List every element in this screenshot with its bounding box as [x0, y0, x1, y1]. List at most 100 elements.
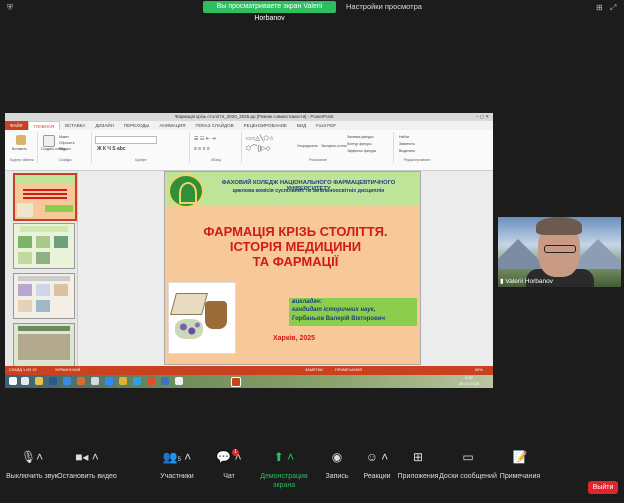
- shape-outline-button[interactable]: Контур фигуры: [347, 142, 371, 146]
- start-icon[interactable]: [9, 377, 17, 385]
- layout-icon[interactable]: ⊞: [596, 3, 603, 12]
- clipboard-group: Вставить Буфер обмена: [7, 132, 38, 163]
- comments-button[interactable]: ПРИМЕЧАНИЯ: [335, 366, 362, 375]
- powerpoint-taskbar-icon[interactable]: [231, 377, 241, 387]
- slide-editor: ФАХОВИЙ КОЛЕДЖ НАЦІОНАЛЬНОГО ФАРМАЦЕВТИЧ…: [78, 171, 493, 376]
- replace-button[interactable]: Заменить: [399, 142, 415, 146]
- zoom-app-icon[interactable]: [105, 377, 113, 385]
- status-bar: СЛАЙД 1 ИЗ 19 УКРАИНСКИЙ ЗАМЕТКИ ПРИМЕЧА…: [5, 366, 493, 375]
- shared-screen: Фармація крізь століття_2020_2025.pp [Ре…: [5, 113, 493, 388]
- participants-count: 5: [177, 457, 181, 463]
- tab-animation[interactable]: АНИМАЦИЯ: [154, 121, 190, 130]
- language-indicator[interactable]: УКРАИНСКИЙ: [55, 366, 80, 375]
- tab-insert[interactable]: ВСТАВКА: [60, 121, 90, 130]
- tab-slideshow[interactable]: ПОКАЗ СЛАЙДОВ: [190, 121, 238, 130]
- arrange-button[interactable]: Упорядочить: [297, 144, 318, 148]
- video-camera-icon: ■◂ ˄: [75, 450, 99, 464]
- stop-video-button[interactable]: ■◂ ˄ Остановить видео: [52, 450, 122, 481]
- lavender-image: [175, 319, 203, 339]
- city-year: Харків, 2025: [273, 335, 316, 342]
- fullscreen-icon[interactable]: ⤢: [610, 3, 616, 13]
- participant-name: ▮ Valerii Horbanov: [500, 277, 553, 285]
- notes-button[interactable]: ЗАМЕТКИ: [305, 366, 323, 375]
- drawing-group: ▭○△╲⬠☆ ⬡⌒{}▷◇ Упорядочить Экспресс-стили…: [243, 132, 394, 163]
- mortar-image: [205, 301, 227, 329]
- reset-button[interactable]: Сбросить: [59, 141, 75, 145]
- app-icon-4[interactable]: [161, 377, 169, 385]
- find-button[interactable]: Найти: [399, 135, 409, 139]
- slide-title-line-2: ІСТОРІЯ МЕДИЦИНИ: [229, 239, 362, 254]
- tab-view[interactable]: ВИД: [292, 121, 311, 130]
- paragraph-label: Абзац: [211, 158, 221, 162]
- slides-group: Создать слайд Макет Сбросить Раздел Слай…: [39, 132, 92, 163]
- tab-file[interactable]: ФАЙЛ: [5, 121, 28, 130]
- explorer-icon[interactable]: [35, 377, 43, 385]
- app-icon[interactable]: [77, 377, 85, 385]
- browser-icon[interactable]: [63, 377, 71, 385]
- lecturer-degree: кандидат історичних наук,: [292, 307, 376, 313]
- tab-review[interactable]: РЕЦЕНЗИРОВАНИЕ: [239, 121, 292, 130]
- word-icon[interactable]: [49, 377, 57, 385]
- slide-thumbnail-1[interactable]: [13, 173, 77, 221]
- tab-transitions[interactable]: ПЕРЕХОДЫ: [119, 121, 155, 130]
- book-image: [170, 293, 208, 315]
- section-button[interactable]: Раздел: [59, 147, 71, 151]
- search-icon[interactable]: [21, 377, 29, 385]
- taskbar-time: 9:32: [465, 375, 473, 380]
- participant-hair: [536, 217, 582, 235]
- slide-title: ФАРМАЦІЯ КРІЗЬ СТОЛІТТЯ. ІСТОРІЯ МЕДИЦИН…: [183, 224, 408, 269]
- select-button[interactable]: Выделить: [399, 149, 415, 153]
- slide-thumbnail-3[interactable]: [13, 273, 75, 319]
- slide-counter: СЛАЙД 1 ИЗ 19: [9, 368, 37, 372]
- window-controls-icon[interactable]: – ▢ ✕: [476, 113, 489, 121]
- font-label: Шрифт: [135, 158, 147, 162]
- video-label: Остановить видео: [57, 473, 117, 480]
- quick-styles-button[interactable]: Экспресс-стили: [321, 144, 347, 148]
- paste-icon[interactable]: [16, 135, 26, 145]
- ribbon-tabs: ФАЙЛ ГЛАВНАЯ ВСТАВКА ДИЗАЙН ПЕРЕХОДЫ АНИ…: [5, 121, 493, 130]
- lecturer-name: Горбаньов Валерій Вікторович: [292, 316, 385, 322]
- shape-fill-button[interactable]: Заливка фигуры: [347, 135, 374, 139]
- window-title: Фармація крізь століття_2020_2025.pp [Ре…: [175, 114, 334, 119]
- layout-button[interactable]: Макет: [59, 135, 69, 139]
- list-icon[interactable]: ☰ ☷ ⇤ ⇥: [194, 136, 216, 142]
- opera-icon[interactable]: [147, 377, 155, 385]
- tab-design[interactable]: ДИЗАЙН: [90, 121, 119, 130]
- font-name-field[interactable]: [95, 136, 157, 144]
- tab-home[interactable]: ГЛАВНАЯ: [27, 121, 61, 130]
- shape-effects-button[interactable]: Эффекты фигуры: [347, 149, 376, 153]
- shapes-gallery-icon[interactable]: ▭○△╲⬠☆: [246, 135, 274, 142]
- ribbon: Вставить Буфер обмена Создать слайд Маке…: [5, 130, 493, 171]
- current-slide[interactable]: ФАХОВИЙ КОЛЕДЖ НАЦІОНАЛЬНОГО ФАРМАЦЕВТИЧ…: [164, 171, 421, 365]
- windows-taskbar: 9:32 25.02.2025: [5, 375, 493, 388]
- pharmacy-illustration: [168, 282, 236, 354]
- taskbar-date: 25.02.2025: [459, 381, 480, 386]
- tab-foxit[interactable]: Foxit PDF: [311, 121, 341, 130]
- notes-icon: 📝: [512, 450, 528, 464]
- slide-thumbnail-2[interactable]: [13, 223, 75, 269]
- editing-label: Редактирование: [403, 158, 431, 162]
- drawing-label: Рисование: [309, 158, 327, 162]
- notes-label: Примечания: [499, 473, 541, 480]
- screen-share-banner[interactable]: Вы просматриваете экран Valerii Horbanov: [203, 1, 336, 22]
- paragraph-group: ☰ ☷ ⇤ ⇥ ≡ ≡ ≡ ≡ Абзац: [191, 132, 242, 163]
- app-icon-3[interactable]: [119, 377, 127, 385]
- editing-group: Найти Заменить Выделить Редактирование: [395, 132, 439, 163]
- college-logo: [168, 174, 204, 208]
- align-icon[interactable]: ≡ ≡ ≡ ≡: [194, 146, 210, 152]
- zoom-level[interactable]: 66%: [475, 366, 483, 375]
- exit-button[interactable]: Выйти: [588, 481, 618, 494]
- slide-title-line-1: ФАРМАЦІЯ КРІЗЬ СТОЛІТТЯ.: [203, 224, 388, 239]
- powerpoint-titlebar: Фармація крізь століття_2020_2025.pp [Ре…: [5, 113, 493, 121]
- view-options-menu[interactable]: Настройки просмотра: [346, 2, 422, 11]
- telegram-icon[interactable]: [133, 377, 141, 385]
- chat-badge: 1: [232, 449, 239, 456]
- slide-thumbnail-4[interactable]: [13, 323, 75, 369]
- app-icon-5[interactable]: [175, 377, 183, 385]
- shield-icon[interactable]: ⛨: [7, 3, 13, 13]
- bold-icon[interactable]: Ж К Ч S abc: [97, 146, 126, 152]
- new-slide-icon[interactable]: [43, 135, 55, 147]
- app-icon-2[interactable]: [91, 377, 99, 385]
- notes-button-zoom[interactable]: 📝 Примечания: [488, 450, 552, 481]
- shapes-gallery-row-icon[interactable]: ⬡⌒{}▷◇: [246, 143, 270, 152]
